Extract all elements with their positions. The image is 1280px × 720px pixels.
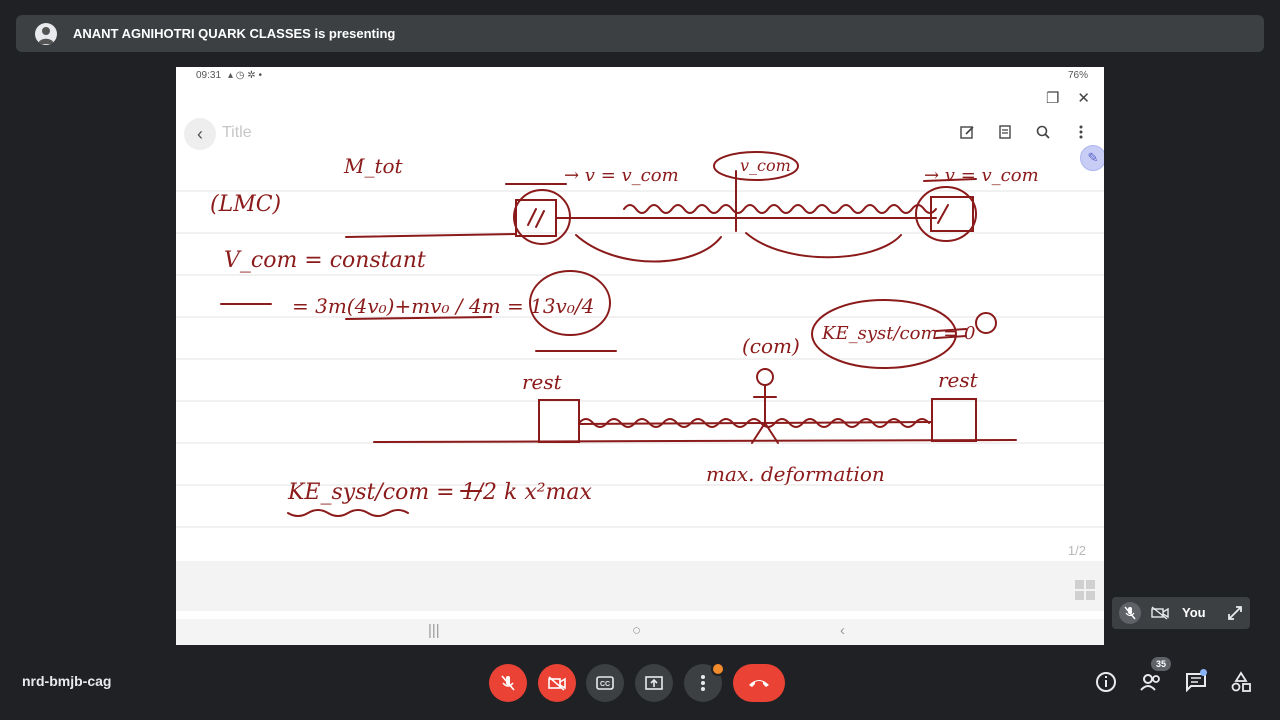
note-vcom-constant: V_com = constant (224, 248, 426, 273)
presenting-text: ANANT AGNIHOTRI QUARK CLASSES is present… (73, 26, 396, 41)
more-options-button[interactable] (684, 662, 725, 702)
recents-icon[interactable]: ||| (428, 622, 440, 639)
svg-text:CC: CC (600, 681, 610, 688)
meeting-code: nrd-bmjb-cag (22, 673, 112, 689)
activities-icon[interactable] (1229, 670, 1253, 694)
close-icon[interactable]: ✕ (1077, 89, 1090, 107)
present-icon (645, 676, 663, 690)
status-time: 09:31 (196, 70, 222, 81)
app-toolbar (958, 121, 1090, 143)
self-view-tile[interactable]: You (1112, 597, 1250, 629)
info-icon[interactable] (1094, 670, 1118, 694)
back-arrow-icon[interactable]: ‹ (184, 118, 216, 150)
note-ke-zero: KE_syst/com = 0 (821, 323, 976, 344)
android-nav-bar: ||| ○ ‹ (176, 619, 1104, 645)
note-rest-right: rest (938, 368, 979, 392)
chat-notification-dot (1200, 669, 1207, 676)
participants-count: 35 (1151, 657, 1171, 671)
home-icon[interactable]: ○ (632, 622, 641, 639)
people-icon[interactable] (1139, 670, 1163, 694)
captions-icon: CC (596, 676, 614, 690)
page-counter: 1/2 (1067, 543, 1086, 558)
nav-back-icon[interactable]: ‹ (840, 622, 845, 639)
note-title[interactable]: Title (222, 124, 252, 142)
notes-app-bar: ‹ Title (176, 117, 1104, 151)
status-icons: ▴ ◷ ✲ • (228, 70, 262, 81)
note-canvas: M_tot (LMC) V_com = constant = 3m(4v₀)+m… (176, 151, 1104, 611)
mic-toggle-button[interactable] (489, 664, 527, 702)
presenter-avatar (35, 22, 57, 45)
note-ke-formula: KE_syst/com = 1/2 k x²max (287, 480, 593, 505)
notification-dot (711, 662, 725, 676)
self-name: You (1182, 605, 1206, 620)
mic-off-icon[interactable] (1119, 602, 1141, 624)
mic-off-icon (501, 675, 515, 691)
window-controls: ❐ ✕ (1046, 89, 1090, 107)
note-vcom-top: v_com (740, 156, 791, 175)
grid-view-icon[interactable] (1074, 579, 1096, 601)
note-com: (com) (742, 334, 800, 358)
expand-icon[interactable] (1224, 602, 1246, 624)
reader-icon[interactable] (996, 121, 1014, 143)
present-button[interactable] (635, 664, 673, 702)
more-vert-icon (701, 675, 705, 691)
search-icon[interactable] (1034, 121, 1052, 143)
restore-icon[interactable]: ❐ (1046, 89, 1059, 107)
camera-toggle-button[interactable] (538, 664, 576, 702)
captions-button[interactable]: CC (586, 664, 624, 702)
shared-screen: 09:31 ▴ ◷ ✲ • 76% ❐ ✕ ‹ Title ✎ M_tot (L… (176, 67, 1104, 645)
camera-off-icon (548, 676, 566, 691)
note-m-tot: M_tot (343, 154, 404, 178)
note-v-vcom-left: → v = v_com (564, 165, 679, 186)
note-equation: = 3m(4v₀)+mv₀ / 4m = 13v₀/4 (292, 294, 594, 318)
presenting-banner: ANANT AGNIHOTRI QUARK CLASSES is present… (16, 15, 1264, 52)
camera-off-icon[interactable] (1149, 602, 1171, 624)
battery-level: 76% (1067, 70, 1088, 81)
device-status-bar: 09:31 ▴ ◷ ✲ • 76% (176, 67, 1104, 85)
more-vert-icon[interactable] (1072, 121, 1090, 143)
note-max-deformation: max. deformation (706, 462, 885, 486)
end-call-button[interactable] (733, 664, 785, 702)
edit-icon[interactable] (958, 121, 976, 143)
note-rest-left: rest (522, 370, 563, 394)
note-lmc: (LMC) (210, 192, 281, 217)
end-call-icon (749, 680, 769, 687)
note-v-vcom-right: → v = v_com (924, 165, 1039, 186)
